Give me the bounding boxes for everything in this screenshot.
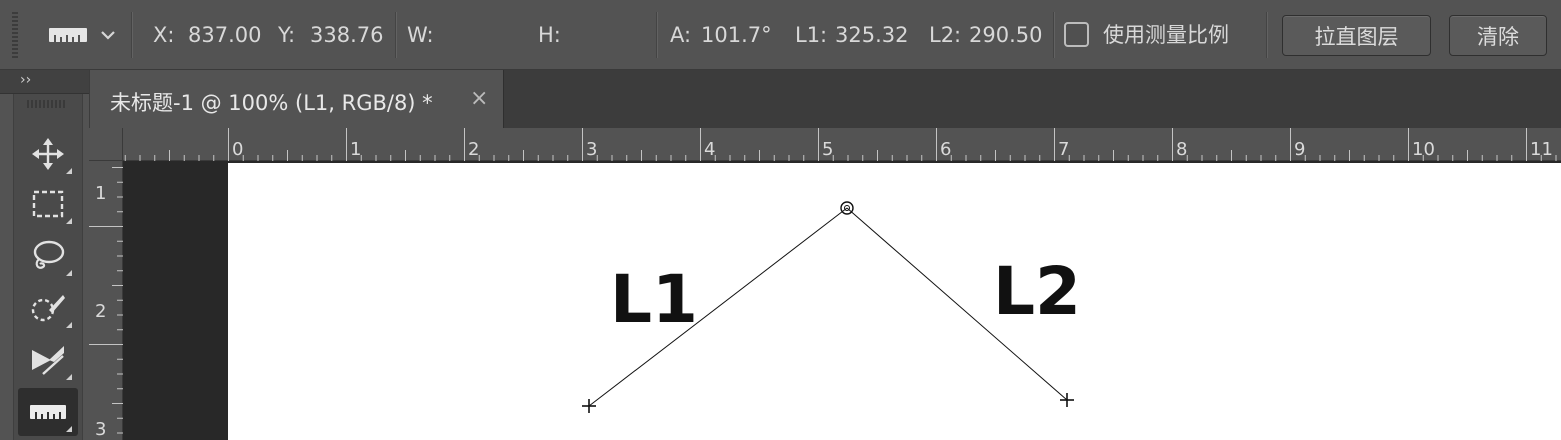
ruler-v-label: 3 [95,419,106,440]
ruler-h-label: 9 [1294,139,1305,160]
crop-slice-icon [32,346,64,375]
ruler-h-label: 2 [468,139,479,160]
w-label: W: [407,23,434,47]
ruler-h-label: 8 [1176,139,1187,160]
lasso-tool[interactable] [18,232,78,280]
ruler-origin[interactable] [89,128,123,161]
tools-panel-header: ›› [0,70,89,94]
l2-value: 290.50 [969,23,1043,47]
tools-panel-grip[interactable] [27,100,67,108]
move-icon [32,138,64,170]
ruler-h-label: 6 [940,139,951,160]
ruler-h-label: 5 [822,139,833,160]
rect-marquee-icon [32,190,64,218]
ruler-h-label: 10 [1412,139,1435,160]
close-icon[interactable]: × [470,86,488,111]
horizontal-ruler[interactable]: 0 1 2 3 4 5 6 7 8 9 10 11 [123,128,1561,161]
measure-endpoint-l1 [582,399,596,413]
clear-button[interactable]: 清除 [1449,15,1547,56]
options-bar-grip[interactable] [12,12,18,58]
ruler-h-label: 3 [586,139,597,160]
collapse-panel-button[interactable]: ›› [20,72,31,88]
document-tab[interactable]: 未标题-1 @ 100% (L1, RGB/8) * × [90,70,504,128]
crop-tool[interactable] [18,336,78,384]
separator [1053,12,1054,58]
x-label: X: [153,23,175,47]
canvas-label-l2: L2 [993,253,1081,330]
l2-label: L2: [929,23,962,47]
separator [131,12,132,58]
document-tab-title: 未标题-1 @ 100% (L1, RGB/8) * [110,91,433,115]
measure-lines [582,201,1074,413]
lasso-icon [33,240,65,269]
y-value: 338.76 [310,23,384,47]
marquee-tool[interactable] [18,180,78,228]
h-label: H: [538,23,561,47]
vertical-ruler-scale: 1 2 3 [89,167,123,440]
ruler-v-label: 2 [95,301,106,322]
separator [1266,12,1267,58]
horizontal-ruler-scale: 0 1 2 3 4 5 6 7 8 9 10 11 [124,128,1557,161]
ruler-h-label: 7 [1058,139,1069,160]
document-canvas[interactable]: L1 L2 [228,163,1561,440]
ruler-h-label: 11 [1530,139,1553,160]
ruler-h-label: 1 [350,139,361,160]
move-tool[interactable] [18,130,78,178]
vertical-ruler[interactable]: 1 2 3 [89,161,123,440]
l1-label: L1: [795,23,828,47]
angle-value: 101.7° [701,23,772,47]
use-measurement-scale-checkbox[interactable] [1064,22,1089,47]
quick-selection-icon [31,295,65,322]
y-label: Y: [278,23,296,47]
ruler-v-label: 1 [95,183,106,204]
angle-label: A: [670,23,692,47]
ruler-h-label: 0 [232,139,243,160]
separator [656,12,657,58]
ruler-icon [30,405,66,419]
ruler-tool[interactable] [18,388,78,436]
document-tab-bar: 未标题-1 @ 100% (L1, RGB/8) * × [89,70,1561,128]
canvas-label-l1: L1 [610,261,698,338]
chevron-down-icon[interactable] [99,28,117,42]
ruler-icon[interactable] [48,26,88,44]
tools-panel: ›› [0,70,89,440]
options-bar: X: 837.00 Y: 338.76 W: H: A: 101.7° L1: … [0,0,1561,70]
x-value: 837.00 [188,23,262,47]
quick-selection-tool[interactable] [18,284,78,332]
use-measurement-scale-label[interactable]: 使用测量比例 [1103,22,1229,48]
separator [395,12,396,58]
l1-value: 325.32 [835,23,909,47]
ruler-h-label: 4 [704,139,715,160]
straighten-layer-button[interactable]: 拉直图层 [1282,15,1431,56]
